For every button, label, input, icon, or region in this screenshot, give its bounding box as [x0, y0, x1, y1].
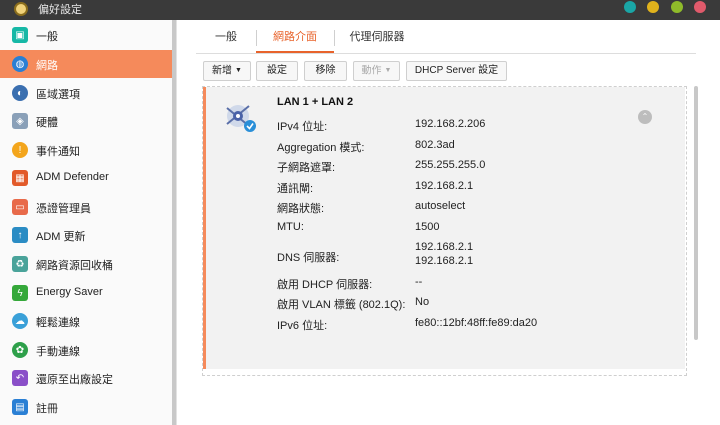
sidebar-item-adm-update[interactable]: ↑ ADM 更新 [0, 221, 172, 249]
sidebar-item-recycle-bin[interactable]: ♻ 網路資源回收桶 [0, 250, 172, 278]
ipv6-label: IPv6 位址: [277, 320, 328, 332]
mtu-label: MTU: [277, 221, 304, 233]
remove-button[interactable]: 移除 [304, 61, 347, 81]
sidebar-item-label: 註冊 [36, 403, 58, 415]
sidebar-item-hardware[interactable]: ◈ 硬體 [0, 107, 172, 135]
hardware-icon: ◈ [12, 113, 28, 129]
window-control-minimize[interactable] [647, 1, 659, 13]
sidebar-item-label: Energy Saver [36, 286, 103, 298]
network-status-label: 網路狀態: [277, 203, 325, 215]
sidebar-item-notification[interactable]: ! 事件通知 [0, 136, 172, 164]
dhcp-server-label: 啟用 DHCP 伺服器: [277, 279, 373, 291]
sidebar-item-label: 還原至出廠設定 [36, 374, 113, 386]
dns-label: DNS 伺服器: [277, 252, 340, 264]
restore-icon: ↶ [12, 370, 28, 386]
add-button-label: 新增 [212, 65, 233, 77]
add-button[interactable]: 新增 ▼ [203, 61, 251, 81]
gateway-value: 192.168.2.1 [415, 180, 474, 192]
sidebar-item-adm-defender[interactable]: ▦ ADM Defender [0, 164, 172, 192]
window-control-close[interactable] [694, 1, 706, 13]
mtu-value: 1500 [415, 221, 440, 233]
update-icon: ↑ [12, 227, 28, 243]
vlan-value: No [415, 296, 430, 308]
sidebar-item-label: 區域選項 [36, 89, 80, 101]
ipv6-value: fe80::12bf:48ff:fe89:da20 [415, 317, 538, 329]
certificate-icon: ▭ [12, 199, 28, 215]
dhcp-server-value: -- [415, 276, 423, 288]
panel-scrollbar[interactable] [694, 86, 698, 340]
sidebar-item-region[interactable]: ◐ 區域選項 [0, 79, 172, 107]
sidebar-item-label: 硬體 [36, 117, 58, 129]
action-button[interactable]: 動作 ▼ [353, 61, 400, 81]
tab-network-interface[interactable]: 網路介面 [256, 22, 334, 53]
sidebar-item-general[interactable]: ▣ 一般 [0, 21, 172, 49]
settings-button[interactable]: 設定 [256, 61, 298, 81]
interface-title: LAN 1 + LAN 2 [277, 96, 354, 108]
register-icon: ▤ [12, 399, 28, 415]
sidebar-item-label: 輕鬆連線 [36, 317, 80, 329]
aggregation-value: 802.3ad [415, 139, 455, 151]
sidebar: ▣ 一般 ◍ 網路 ◐ 區域選項 ◈ 硬體 ! 事件通知 ▦ ADM Defen… [0, 20, 172, 425]
ipv4-label: IPv4 位址: [277, 121, 328, 133]
preferences-window: 偏好設定 ▣ 一般 ◍ 網路 ◐ 區域選項 ◈ 硬體 ! 事件通知 ▦ ADM … [0, 0, 720, 425]
sidebar-item-label: 憑證管理員 [36, 203, 91, 215]
title-bar: 偏好設定 [0, 0, 720, 20]
globe-icon: ◍ [12, 56, 28, 72]
sidebar-item-label: 手動連線 [36, 346, 80, 358]
general-icon: ▣ [12, 27, 28, 43]
region-icon: ◐ [12, 85, 28, 101]
window-control-maximize[interactable] [671, 1, 683, 13]
tab-proxy[interactable]: 代理伺服器 [334, 22, 420, 53]
sidebar-item-label: 網路資源回收桶 [36, 260, 113, 272]
dhcp-server-settings-button[interactable]: DHCP Server 設定 [406, 61, 507, 81]
tab-general[interactable]: 一般 [196, 22, 256, 53]
sidebar-item-manual-connect[interactable]: ✿ 手動連線 [0, 336, 172, 364]
energy-icon: ϟ [12, 285, 28, 301]
aggregation-label: Aggregation 模式: [277, 142, 365, 154]
chevron-down-icon: ▼ [235, 67, 242, 74]
sidebar-item-label: 一般 [36, 31, 58, 43]
firewall-icon: ▦ [12, 170, 28, 186]
sidebar-item-certificate[interactable]: ▭ 憑證管理員 [0, 193, 172, 221]
cloud-icon: ☁ [12, 313, 28, 329]
dns-value-primary: 192.168.2.1 [415, 241, 474, 253]
sidebar-item-label: ADM Defender [36, 171, 109, 183]
vlan-label: 啟用 VLAN 標籤 (802.1Q): [277, 299, 406, 311]
alert-icon: ! [12, 142, 28, 158]
sidebar-divider [176, 20, 177, 425]
sidebar-item-network[interactable]: ◍ 網路 [0, 50, 172, 78]
manual-connect-icon: ✿ [12, 342, 28, 358]
dns-value-secondary: 192.168.2.1 [415, 255, 474, 267]
sidebar-item-energy-saver[interactable]: ϟ Energy Saver [0, 279, 172, 307]
preferences-app-icon [14, 2, 28, 16]
network-status-value: autoselect [415, 200, 466, 212]
sidebar-item-register[interactable]: ▤ 註冊 [0, 393, 172, 421]
subnet-mask-label: 子網路遮罩: [277, 162, 336, 174]
interface-card-accent [203, 87, 206, 369]
action-button-label: 動作 [361, 65, 382, 77]
sidebar-item-ez-connect[interactable]: ☁ 輕鬆連線 [0, 307, 172, 335]
sidebar-item-label: 事件通知 [36, 146, 80, 158]
sidebar-item-label: 網路 [36, 60, 58, 72]
collapse-icon[interactable]: ⌃ [638, 110, 652, 124]
chevron-down-icon: ▼ [384, 67, 392, 74]
window-control-teal[interactable] [624, 1, 636, 13]
sidebar-item-factory-reset[interactable]: ↶ 還原至出廠設定 [0, 364, 172, 392]
gateway-label: 通訊閘: [277, 183, 314, 195]
window-title: 偏好設定 [38, 4, 82, 16]
ipv4-value: 192.168.2.206 [415, 118, 486, 130]
recycle-icon: ♻ [12, 256, 28, 272]
subnet-mask-value: 255.255.255.0 [415, 159, 486, 171]
sidebar-item-label: ADM 更新 [36, 231, 86, 243]
network-interface-icon [226, 105, 256, 132]
tab-bar: 一般 網路介面 代理伺服器 [196, 22, 696, 54]
